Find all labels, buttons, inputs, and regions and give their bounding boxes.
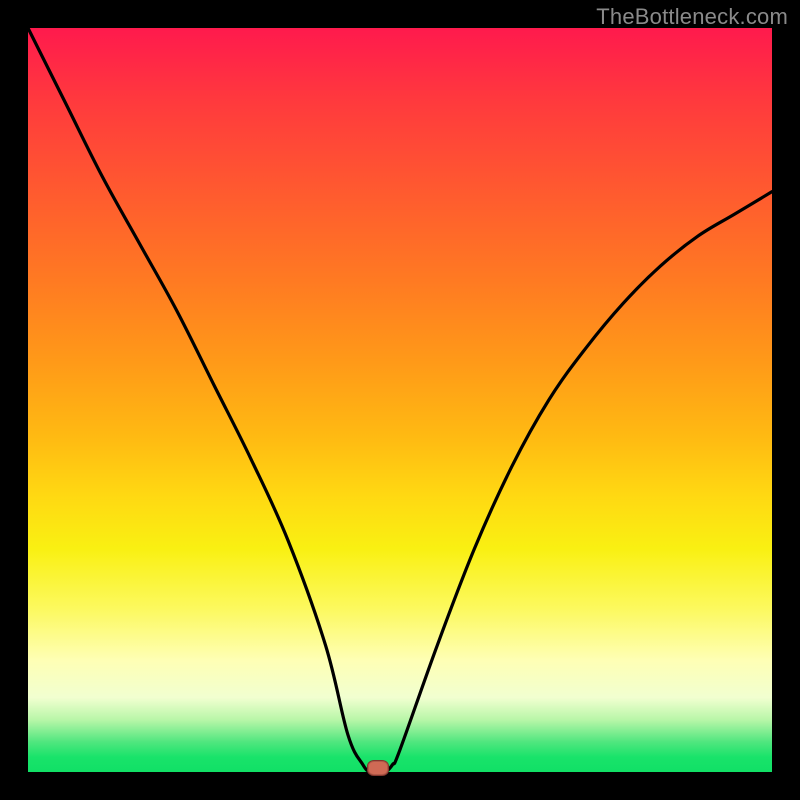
optimal-point-marker xyxy=(367,760,389,776)
watermark-text: TheBottleneck.com xyxy=(596,4,788,30)
plot-area xyxy=(28,28,772,772)
bottleneck-curve xyxy=(28,28,772,772)
chart-frame: TheBottleneck.com xyxy=(0,0,800,800)
